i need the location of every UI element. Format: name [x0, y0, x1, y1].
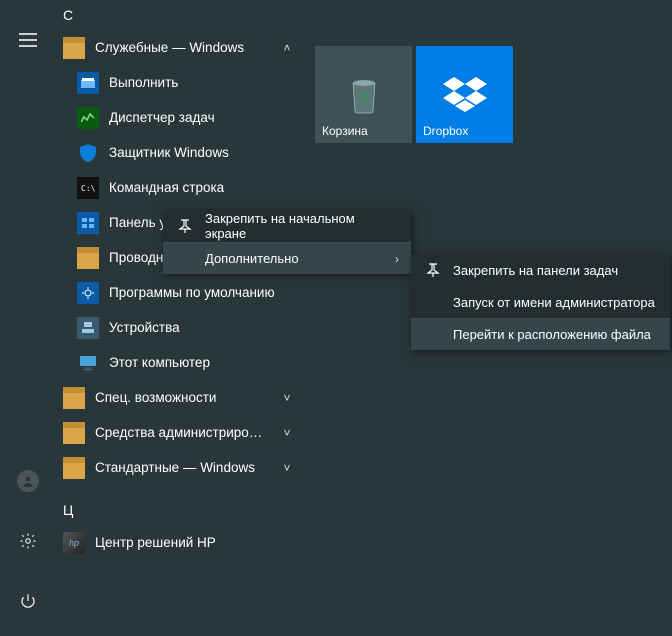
app-label: Устройства: [109, 320, 297, 335]
app-folder-ease[interactable]: Спец. возможности ˅: [55, 380, 305, 415]
explorer-icon: [77, 247, 99, 269]
pin-icon: [423, 263, 443, 277]
cmd-icon: C:\: [77, 177, 99, 199]
app-label: Спец. возможности: [95, 390, 267, 405]
folder-icon: [63, 457, 85, 479]
defender-icon: [77, 142, 99, 164]
app-label: Средства администрировани...: [95, 425, 267, 440]
dropbox-icon: [442, 75, 488, 115]
recycle-bin-icon: [347, 75, 381, 115]
app-folder-standard[interactable]: Стандартные — Windows ˅: [55, 450, 305, 485]
tile-recycle-bin[interactable]: Корзина: [315, 46, 412, 143]
tile-label: Dropbox: [423, 124, 468, 138]
app-hp-center[interactable]: hp Центр решений HP: [55, 525, 305, 560]
app-default-programs[interactable]: Программы по умолчанию: [55, 275, 305, 310]
folder-icon: [63, 422, 85, 444]
pin-icon: [175, 219, 195, 233]
app-list: С Служебные — Windows ˄ Выполнить Диспет…: [55, 0, 305, 560]
app-cmd[interactable]: C:\ Командная строка: [55, 170, 305, 205]
this-pc-icon: [77, 352, 99, 374]
chevron-right-icon: ›: [395, 252, 399, 266]
user-button[interactable]: [8, 461, 48, 501]
chevron-up-icon: ˄: [277, 41, 297, 55]
settings-button[interactable]: [8, 521, 48, 561]
app-task-manager[interactable]: Диспетчер задач: [55, 100, 305, 135]
folder-icon: [63, 387, 85, 409]
taskmgr-icon: [77, 107, 99, 129]
context-submenu: Закрепить на панели задач Запуск от имен…: [411, 254, 670, 350]
app-devices[interactable]: Устройства: [55, 310, 305, 345]
tile-dropbox[interactable]: Dropbox: [416, 46, 513, 143]
hamburger-button[interactable]: [8, 20, 48, 60]
chevron-down-icon: ˅: [277, 391, 297, 405]
app-label: Командная строка: [109, 180, 297, 195]
app-folder-admin[interactable]: Средства администрировани... ˅: [55, 415, 305, 450]
app-label: Защитник Windows: [109, 145, 297, 160]
ctx-open-location[interactable]: Перейти к расположению файла: [411, 318, 670, 350]
chevron-down-icon: ˅: [277, 461, 297, 475]
tile-group: Корзина Dropbox: [315, 46, 513, 143]
default-programs-icon: [77, 282, 99, 304]
app-label: Диспетчер задач: [109, 110, 297, 125]
devices-icon: [77, 317, 99, 339]
ctx-label: Дополнительно: [205, 251, 299, 266]
start-rail: [0, 0, 55, 636]
app-label: Служебные — Windows: [95, 40, 267, 55]
ctx-label: Закрепить на начальном экране: [205, 211, 399, 241]
svg-text:C:\: C:\: [81, 184, 95, 193]
app-label: Этот компьютер: [109, 355, 297, 370]
tile-label: Корзина: [322, 124, 368, 138]
ctx-more[interactable]: Дополнительно ›: [163, 242, 411, 274]
app-run[interactable]: Выполнить: [55, 65, 305, 100]
folder-icon: [63, 37, 85, 59]
run-icon: [77, 72, 99, 94]
app-label: Выполнить: [109, 75, 297, 90]
app-this-pc[interactable]: Этот компьютер: [55, 345, 305, 380]
app-label: Стандартные — Windows: [95, 460, 267, 475]
app-label: Программы по умолчанию: [109, 285, 297, 300]
ctx-pin-taskbar[interactable]: Закрепить на панели задач: [411, 254, 670, 286]
power-button[interactable]: [8, 581, 48, 621]
ctx-run-admin[interactable]: Запуск от имени администратора: [411, 286, 670, 318]
ctx-label: Запуск от имени администратора: [453, 295, 655, 310]
ctx-label: Перейти к расположению файла: [453, 327, 651, 342]
control-panel-icon: [77, 212, 99, 234]
ctx-pin-start[interactable]: Закрепить на начальном экране: [163, 210, 411, 242]
hp-icon: hp: [63, 532, 85, 554]
chevron-down-icon: ˅: [277, 426, 297, 440]
context-menu: Закрепить на начальном экране Дополнител…: [163, 210, 411, 274]
app-defender[interactable]: Защитник Windows: [55, 135, 305, 170]
ctx-label: Закрепить на панели задач: [453, 263, 618, 278]
letter-header[interactable]: С: [55, 0, 305, 30]
app-folder-services[interactable]: Служебные — Windows ˄: [55, 30, 305, 65]
app-label: Центр решений HP: [95, 535, 297, 550]
letter-header[interactable]: Ц: [55, 495, 305, 525]
